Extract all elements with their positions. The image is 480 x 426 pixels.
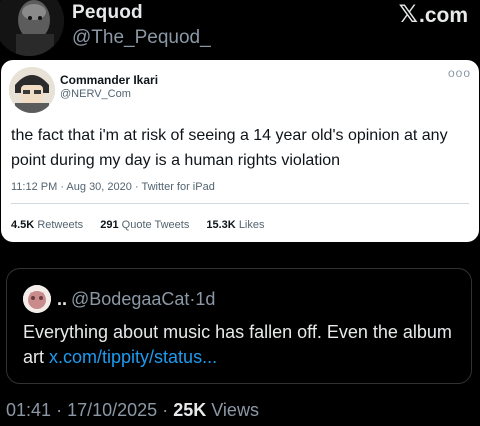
quote-avatar[interactable] — [23, 285, 51, 313]
screenshot-tweet-text: the fact that i'm at risk of seeing a 14… — [11, 127, 448, 169]
more-icon: ooo — [447, 66, 471, 80]
cat-avatar-image — [23, 285, 51, 313]
footer-separator-2: · — [162, 400, 169, 420]
likes-label: Likes — [238, 219, 265, 231]
x-icon: 𝕏 — [398, 1, 418, 28]
author-handle[interactable]: @The_Pequod_ — [72, 27, 211, 49]
post-footer: 01:41 · 17/10/2025 · 25K Views — [6, 400, 259, 421]
quote-handle[interactable]: @BodegaaCat — [71, 289, 189, 309]
screenshot-timestamp: 11:12 PM · Aug 30, 2020 · Twitter for iP… — [11, 181, 215, 193]
retweets-label: Retweets — [37, 219, 84, 231]
avatar[interactable] — [0, 0, 64, 56]
retweets-count: 4.5K — [11, 219, 35, 231]
likes-stat: 15.3K Likes — [206, 219, 264, 231]
views-label: Views — [211, 400, 259, 420]
quotes-count: 291 — [100, 219, 119, 231]
quote-time[interactable]: 1d — [195, 289, 215, 309]
footer-separator: · — [56, 400, 63, 420]
quotes-label: Quote Tweets — [121, 219, 190, 231]
quote-name-prefix: .. — [57, 289, 68, 309]
likes-count: 15.3K — [206, 219, 236, 231]
views-count: 25K — [173, 400, 207, 420]
retweets-stat: 4.5K Retweets — [11, 219, 83, 231]
quote-link[interactable]: x.com/tippity/status... — [49, 347, 217, 367]
anime-avatar-image — [9, 67, 55, 113]
x-logo: 𝕏.com — [399, 0, 468, 29]
screenshot-avatar — [9, 67, 55, 113]
post-date[interactable]: 17/10/2025 — [67, 400, 157, 420]
brand-text: .com — [418, 4, 468, 27]
quote-header: .. @BodegaaCat·1d — [57, 289, 215, 310]
quotes-stat: 291 Quote Tweets — [100, 219, 189, 231]
author-display-name[interactable]: Pequod — [72, 2, 143, 24]
divider — [11, 203, 469, 204]
avatar-image — [0, 0, 64, 56]
post-time[interactable]: 01:41 — [6, 400, 51, 420]
screenshot-stats: 4.5K Retweets 291 Quote Tweets 15.3K Lik… — [11, 219, 279, 231]
quote-text: Everything about music has fallen off. E… — [23, 320, 469, 370]
screenshot-display-name: Commander Ikari — [60, 73, 159, 87]
quoted-tweet[interactable]: .. @BodegaaCat·1d Everything about music … — [6, 268, 472, 384]
screenshot-handle: @NERV_Com — [60, 88, 131, 100]
embedded-tweet-screenshot: Commander Ikari @NERV_Com ooo the fact t… — [1, 60, 479, 242]
post-header: Pequod @The_Pequod_ 𝕏.com — [0, 0, 480, 60]
